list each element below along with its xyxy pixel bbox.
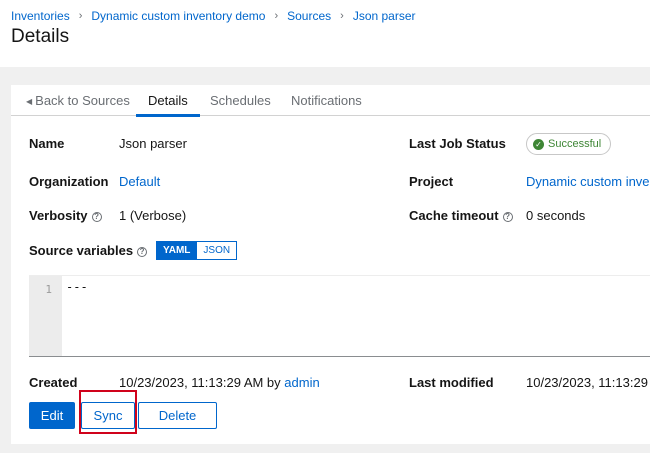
verbosity-label-text: Verbosity (29, 208, 88, 223)
help-icon[interactable]: ? (91, 212, 102, 222)
editor-code[interactable]: --- (66, 280, 88, 294)
verbosity-value: 1 (Verbose) (119, 208, 187, 223)
cache-timeout-label-text: Cache timeout (409, 208, 499, 223)
created-date: 10/23/2023, 11:13:29 AM by (119, 375, 285, 390)
help-icon[interactable]: ? (502, 212, 513, 222)
yaml-toggle-button[interactable]: YAML (156, 241, 198, 260)
organization-label: Organization (29, 174, 109, 189)
name-value: Json parser (119, 136, 187, 151)
created-label: Created (29, 375, 78, 390)
tab-schedules[interactable]: Schedules (210, 85, 271, 116)
breadcrumb-inventory[interactable]: Dynamic custom inventory demo (91, 9, 265, 23)
last-job-status-label: Last Job Status (409, 136, 506, 151)
caret-left-icon: ◀ (26, 97, 33, 106)
status-badge[interactable]: ✓ Successful (526, 133, 612, 155)
created-by-user-link[interactable]: admin (284, 375, 319, 390)
page-title: Details (11, 26, 70, 47)
organization-link[interactable]: Default (119, 174, 160, 189)
tab-details[interactable]: Details (136, 85, 200, 117)
source-variables-label-text: Source variables (29, 243, 134, 258)
details-card: ◀ Back to Sources Details Schedules Notif… (11, 85, 650, 444)
tab-back-to-sources[interactable]: ◀ Back to Sources (26, 85, 130, 116)
name-label: Name (29, 136, 65, 151)
line-number-gutter: 1 (29, 276, 62, 356)
tab-notifications[interactable]: Notifications (291, 85, 362, 116)
breadcrumb-source[interactable]: Json parser (353, 9, 416, 23)
last-modified-label: Last modified (409, 375, 494, 390)
breadcrumb: Inventories › Dynamic custom inventory d… (11, 9, 416, 23)
breadcrumb-separator-icon: › (274, 10, 279, 22)
source-variables-label: Source variables? (29, 243, 148, 258)
source-variables-editor[interactable]: 1 --- (29, 275, 650, 357)
project-link[interactable]: Dynamic custom invent (526, 174, 650, 189)
status-badge-text: Successful (548, 138, 602, 150)
help-icon[interactable]: ? (137, 247, 148, 257)
last-modified-value: 10/23/2023, 11:13:29 A (526, 375, 650, 390)
delete-button[interactable]: Delete (138, 402, 217, 429)
check-circle-icon: ✓ (533, 138, 544, 150)
page-header: Inventories › Dynamic custom inventory d… (0, 0, 650, 67)
sync-button[interactable]: Sync (81, 402, 135, 429)
tab-bar: ◀ Back to Sources Details Schedules Notif… (11, 85, 650, 117)
cache-timeout-label: Cache timeout? (409, 208, 513, 223)
cache-timeout-value: 0 seconds (526, 208, 586, 223)
breadcrumb-separator-icon: › (340, 10, 344, 22)
verbosity-label: Verbosity? (29, 208, 102, 223)
format-toggle: YAML JSON (156, 241, 238, 260)
breadcrumb-inventories[interactable]: Inventories (11, 9, 70, 23)
tab-back-label: Back to Sources (35, 93, 130, 108)
breadcrumb-sources[interactable]: Sources (287, 9, 331, 23)
json-toggle-button[interactable]: JSON (197, 241, 238, 260)
created-value: 10/23/2023, 11:13:29 AM by admin (119, 375, 320, 390)
project-label: Project (409, 174, 454, 189)
breadcrumb-separator-icon: › (78, 10, 83, 22)
edit-button[interactable]: Edit (29, 402, 75, 429)
